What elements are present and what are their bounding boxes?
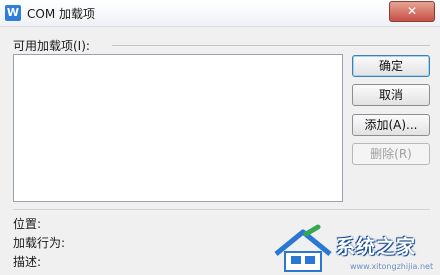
description-label: 描述: [13,255,42,269]
watermark-url: www.xitongzhijia.net [350,262,434,271]
close-button[interactable]: ✕ [389,1,435,22]
load-behavior-label: 加载行为: [13,236,66,250]
house-logo-icon [274,224,332,272]
watermark-brand: 系统之家 [336,236,417,258]
watermark: 系统之家 www.xitongzhijia.net [272,224,440,275]
addins-listbox[interactable] [13,54,343,202]
ok-button[interactable]: 确定 [352,55,430,77]
title-bar: W COM 加载项 ✕ [0,0,440,27]
available-addins-label: 可用加载项(I): [13,37,94,54]
cancel-button[interactable]: 取消 [352,84,430,106]
wps-icon: W [5,5,21,21]
remove-button: 删除(R) [352,143,430,165]
group-divider [112,45,430,46]
location-label: 位置: [13,217,42,231]
add-button[interactable]: 添加(A)... [352,114,430,136]
details-divider [13,209,430,210]
window-title: COM 加载项 [27,7,95,21]
